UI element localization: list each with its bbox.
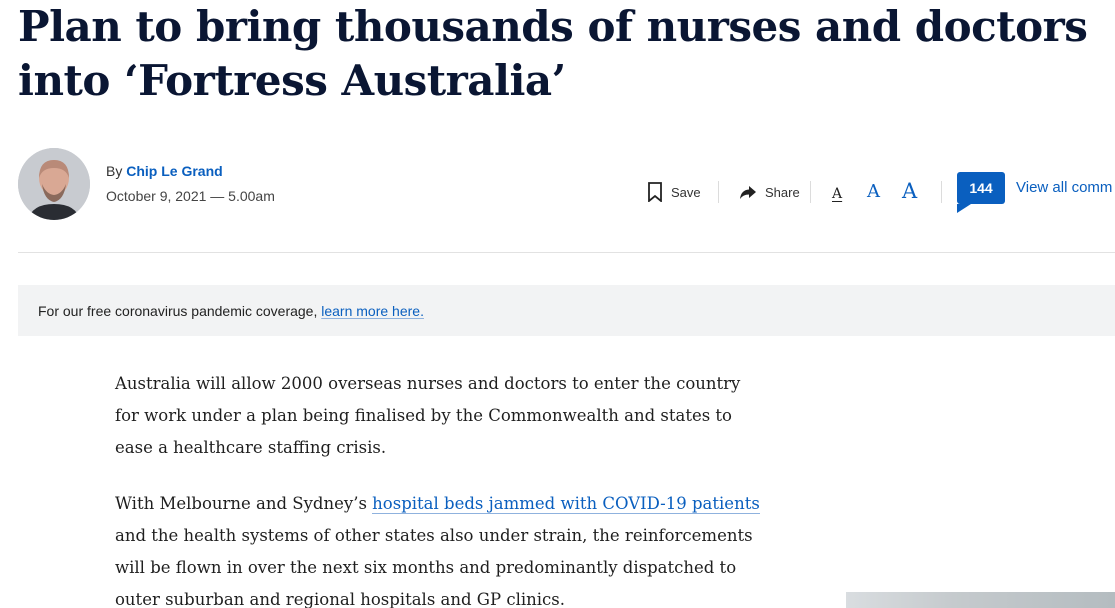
- font-size-large-button[interactable]: A: [902, 178, 917, 204]
- share-label: Share: [765, 184, 800, 200]
- share-button[interactable]: Share: [739, 180, 800, 204]
- byline-by-label: By: [106, 163, 123, 179]
- view-comments-link[interactable]: View all comm: [1016, 179, 1112, 197]
- toolbar-divider: [810, 181, 811, 203]
- byline: By Chip Le Grand: [106, 162, 223, 180]
- notice-learn-more-link[interactable]: learn more here.: [321, 303, 424, 319]
- save-button[interactable]: Save: [647, 180, 701, 204]
- sidebar-image[interactable]: [846, 592, 1115, 608]
- share-arrow-icon: [739, 184, 757, 200]
- article-headline: Plan to bring thousands of nurses and do…: [18, 2, 1088, 105]
- article-paragraph: With Melbourne and Sydney’s hospital bed…: [115, 488, 765, 608]
- publish-date: October 9, 2021 — 5.00am: [106, 188, 275, 204]
- hospital-beds-link[interactable]: hospital beds jammed with COVID-19 patie…: [372, 494, 760, 514]
- toolbar-divider: [941, 181, 942, 203]
- author-link[interactable]: Chip Le Grand: [126, 163, 222, 179]
- author-avatar[interactable]: [18, 148, 90, 220]
- toolbar-divider: [718, 181, 719, 203]
- bookmark-icon: [647, 182, 663, 202]
- coverage-notice: For our free coronavirus pandemic covera…: [18, 285, 1115, 336]
- paragraph-text: and the health systems of other states a…: [115, 526, 753, 608]
- notice-message: For our free coronavirus pandemic covera…: [38, 303, 322, 319]
- comment-badge-tail: [957, 204, 971, 213]
- header-divider: [18, 252, 1115, 253]
- save-label: Save: [671, 184, 701, 200]
- comment-count-badge[interactable]: 144: [957, 172, 1005, 204]
- article-paragraph: Australia will allow 2000 overseas nurse…: [115, 374, 741, 457]
- font-size-small-button[interactable]: A: [832, 185, 842, 203]
- author-photo: [18, 148, 90, 220]
- notice-text: For our free coronavirus pandemic covera…: [38, 302, 424, 320]
- paragraph-text: With Melbourne and Sydney’s: [115, 494, 373, 513]
- font-size-medium-button[interactable]: A: [867, 181, 880, 203]
